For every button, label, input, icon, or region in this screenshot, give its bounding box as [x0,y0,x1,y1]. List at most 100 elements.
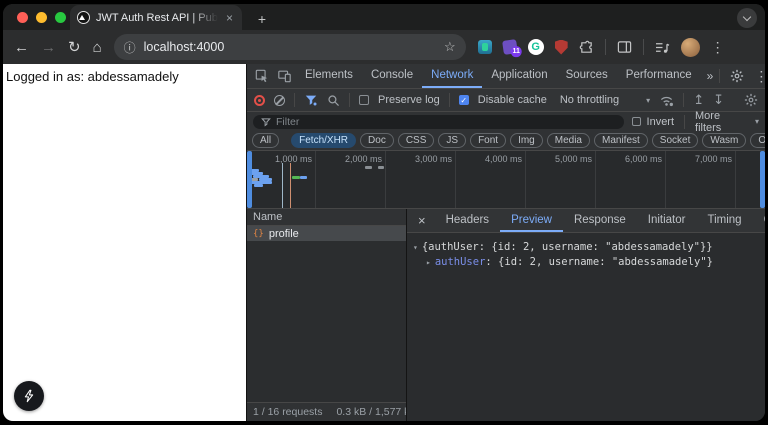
overview-gridline [665,151,666,208]
overview-event-marker [282,163,283,208]
network-overview[interactable]: 1,000 ms2,000 ms3,000 ms4,000 ms5,000 ms… [247,151,765,209]
chip-fetchxhr[interactable]: Fetch/XHR [291,133,356,148]
detail-tab-bar: × HeadersPreviewResponseInitiatorTimingC… [407,209,765,233]
triangle-down-icon[interactable]: ▾ [413,243,418,252]
chip-css[interactable]: CSS [398,133,435,148]
record-network-log-button[interactable] [254,95,265,106]
overview-gridline [525,151,526,208]
chip-wasm[interactable]: Wasm [702,133,746,148]
window-content: Logged in as: abdessamadely [3,64,765,421]
more-tabs-button[interactable]: » [701,69,720,83]
forward-button[interactable]: → [41,40,56,55]
tab-overflow-button[interactable] [737,8,757,28]
detail-tab-timing[interactable]: Timing [696,209,752,232]
title-bar: JWT Auth Rest API | Public Pa × + [3,4,765,30]
chevron-down-icon [743,12,751,20]
toolbar-divider [643,39,644,55]
xhr-type-icon: {} [253,229,264,239]
extension-teal-icon[interactable] [478,40,492,54]
throttling-select[interactable]: No throttling [560,94,619,106]
url-text[interactable]: localhost:4000 [144,40,436,54]
media-controls-icon[interactable] [655,41,670,54]
import-har-icon[interactable]: ↧ [713,92,724,108]
json-key: authUser [435,256,486,268]
close-window-button[interactable] [17,12,28,23]
tab-console[interactable]: Console [362,64,422,88]
settings-gear-icon[interactable] [730,69,744,83]
address-bar[interactable]: ⓘ localhost:4000 ☆ [114,34,466,60]
site-info-icon[interactable]: ⓘ [124,39,136,56]
preview-line-2[interactable]: ▸authUser: {id: 2, username: "abdessamad… [426,255,759,270]
grammarly-icon[interactable]: G [528,39,544,55]
overview-request-bar [292,176,300,179]
clear-network-log-button[interactable] [274,95,285,106]
network-settings-gear-icon[interactable] [744,93,758,107]
more-filters-button[interactable]: More filters [695,110,749,134]
filter-input[interactable]: Filter [253,115,624,129]
chip-img[interactable]: Img [510,133,543,148]
chip-manifest[interactable]: Manifest [594,133,648,148]
overview-left-handle[interactable] [247,151,252,208]
chip-js[interactable]: JS [438,133,466,148]
chip-doc[interactable]: Doc [360,133,394,148]
zoom-window-button[interactable] [55,12,66,23]
tab-application[interactable]: Application [482,64,556,88]
overview-request-bar [300,176,307,179]
tab-close-icon[interactable]: × [224,11,235,25]
home-button[interactable]: ⌂ [93,40,102,55]
bookmark-star-icon[interactable]: ☆ [444,39,456,55]
extensions-puzzle-icon[interactable] [579,40,594,55]
dev-toolbar-button[interactable] [14,381,44,411]
tab-title: JWT Auth Rest API | Public Pa [96,12,218,24]
tab-performance[interactable]: Performance [617,64,701,88]
chip-media[interactable]: Media [547,133,590,148]
browser-tab[interactable]: JWT Auth Rest API | Public Pa × [70,5,242,30]
new-tab-button[interactable]: + [253,11,271,27]
chip-other[interactable]: Other [750,133,765,148]
extension-purple-icon[interactable]: 11 [502,39,518,55]
profile-avatar[interactable] [681,38,700,57]
chip-all[interactable]: All [252,133,279,148]
preview-line-1[interactable]: ▾{authUser: {id: 2, username: "abdessama… [413,240,759,255]
detail-tab-initiator[interactable]: Initiator [637,209,697,232]
detail-tab-response[interactable]: Response [563,209,637,232]
network-conditions-icon[interactable] [659,94,674,107]
browser-menu-icon[interactable]: ⋮ [711,39,725,56]
name-column-header[interactable]: Name [247,209,406,226]
search-icon[interactable] [327,94,340,107]
devtools-menu-icon[interactable]: ⋮ [754,68,765,85]
reading-list-icon[interactable] [617,40,632,54]
overview-gridline [455,151,456,208]
invert-checkbox[interactable] [632,117,641,126]
page-message: Logged in as: abdessamadely [6,69,243,84]
detail-tab-headers[interactable]: Headers [435,209,500,232]
tab-elements[interactable]: Elements [296,64,362,88]
close-detail-icon[interactable]: × [409,213,435,228]
preserve-log-checkbox[interactable] [359,95,369,105]
chip-font[interactable]: Font [470,133,506,148]
browser-window: JWT Auth Rest API | Public Pa × + ← → ↻ … [3,4,765,421]
detail-tab-cookies[interactable]: Cookies [753,209,765,232]
triangle-right-icon[interactable]: ▸ [426,258,431,267]
disable-cache-checkbox[interactable]: ✓ [459,95,469,105]
filter-funnel-small-icon [261,117,271,127]
overview-time-label: 5,000 ms [534,154,592,164]
devtools-tab-bar: ElementsConsoleNetworkApplicationSources… [247,64,765,89]
toolbar-divider [349,93,350,107]
minimize-window-button[interactable] [36,12,47,23]
filter-funnel-icon[interactable] [304,93,318,107]
request-row-profile[interactable]: {} profile [247,226,406,241]
reload-button[interactable]: ↻ [68,40,81,55]
tab-network[interactable]: Network [422,64,482,88]
device-toolbar-icon[interactable] [277,69,292,83]
invert-label: Invert [647,116,675,128]
shield-extension-icon[interactable] [555,40,568,55]
inspect-element-icon[interactable] [255,69,269,83]
back-button[interactable]: ← [14,40,29,55]
tab-sources[interactable]: Sources [557,64,617,88]
chip-socket[interactable]: Socket [652,133,699,148]
detail-tab-preview[interactable]: Preview [500,209,563,232]
export-har-icon[interactable]: ↥ [693,92,704,108]
overview-right-handle[interactable] [760,151,765,208]
toolbar-divider [684,115,685,129]
